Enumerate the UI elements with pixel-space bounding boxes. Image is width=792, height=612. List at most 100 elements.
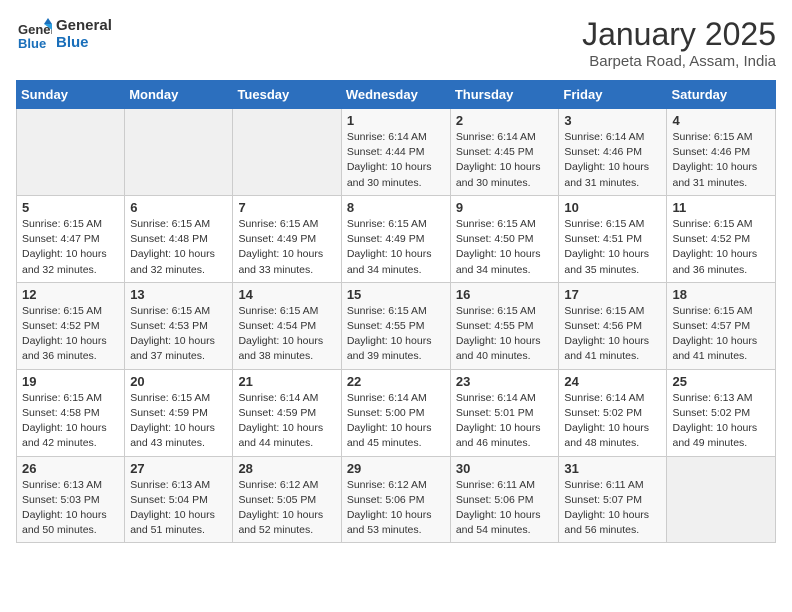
weekday-header: Sunday: [17, 81, 125, 109]
day-number: 9: [456, 200, 554, 215]
day-number: 17: [564, 287, 661, 302]
day-number: 8: [347, 200, 445, 215]
cell-content: Sunrise: 6:15 AM Sunset: 4:49 PM Dayligh…: [238, 217, 335, 278]
calendar-cell: 23Sunrise: 6:14 AM Sunset: 5:01 PM Dayli…: [450, 369, 559, 456]
cell-content: Sunrise: 6:15 AM Sunset: 4:49 PM Dayligh…: [347, 217, 445, 278]
day-number: 3: [564, 113, 661, 128]
calendar-cell: 18 Sunrise: 6:15 AM Sunset: 4:57 PM Dayli…: [667, 282, 776, 369]
calendar-cell: 8 Sunrise: 6:15 AM Sunset: 4:49 PM Daylig…: [341, 195, 450, 282]
cell-content: Sunrise: 6:14 AM Sunset: 5:00 PM Dayligh…: [347, 391, 445, 452]
calendar-cell: 22 Sunrise: 6:14 AM Sunset: 5:00 PM Dayli…: [341, 369, 450, 456]
day-number: 29: [347, 461, 445, 476]
calendar-cell: 24Sunrise: 6:14 AM Sunset: 5:02 PM Dayli…: [559, 369, 667, 456]
day-number: 4: [672, 113, 770, 128]
cell-content: Sunrise: 6:15 AM Sunset: 4:53 PM Dayligh…: [130, 304, 227, 365]
calendar-cell: 13 Sunrise: 6:15 AM Sunset: 4:53 PM Dayli…: [125, 282, 233, 369]
weekday-header: Tuesday: [233, 81, 341, 109]
day-number: 21: [238, 374, 335, 389]
cell-content: Sunrise: 6:13 AM Sunset: 5:04 PM Dayligh…: [130, 478, 227, 539]
day-number: 12: [22, 287, 119, 302]
logo-icon: General Blue: [16, 16, 52, 52]
calendar-cell: [233, 109, 341, 196]
cell-content: Sunrise: 6:11 AM Sunset: 5:06 PM Dayligh…: [456, 478, 554, 539]
calendar-week-row: 26 Sunrise: 6:13 AM Sunset: 5:03 PM Dayli…: [17, 456, 776, 543]
location: Barpeta Road, Assam, India: [582, 53, 776, 70]
day-number: 18: [672, 287, 770, 302]
calendar-cell: 14 Sunrise: 6:15 AM Sunset: 4:54 PM Dayli…: [233, 282, 341, 369]
day-number: 24: [564, 374, 661, 389]
day-number: 19: [22, 374, 119, 389]
cell-content: Sunrise: 6:15 AM Sunset: 4:54 PM Dayligh…: [238, 304, 335, 365]
weekday-header: Friday: [559, 81, 667, 109]
cell-content: Sunrise: 6:15 AM Sunset: 4:48 PM Dayligh…: [130, 217, 227, 278]
day-number: 14: [238, 287, 335, 302]
cell-content: Sunrise: 6:14 AM Sunset: 4:44 PM Dayligh…: [347, 130, 445, 191]
calendar-header-row: SundayMondayTuesdayWednesdayThursdayFrid…: [17, 81, 776, 109]
cell-content: Sunrise: 6:15 AM Sunset: 4:55 PM Dayligh…: [347, 304, 445, 365]
day-number: 22: [347, 374, 445, 389]
calendar-week-row: 1Sunrise: 6:14 AM Sunset: 4:44 PM Daylig…: [17, 109, 776, 196]
cell-content: Sunrise: 6:15 AM Sunset: 4:46 PM Dayligh…: [672, 130, 770, 191]
weekday-header: Monday: [125, 81, 233, 109]
cell-content: Sunrise: 6:15 AM Sunset: 4:50 PM Dayligh…: [456, 217, 554, 278]
month-title: January 2025: [582, 16, 776, 53]
calendar-cell: 20Sunrise: 6:15 AM Sunset: 4:59 PM Dayli…: [125, 369, 233, 456]
day-number: 27: [130, 461, 227, 476]
day-number: 13: [130, 287, 227, 302]
calendar-cell: 1Sunrise: 6:14 AM Sunset: 4:44 PM Daylig…: [341, 109, 450, 196]
day-number: 31: [564, 461, 661, 476]
calendar-cell: 6 Sunrise: 6:15 AM Sunset: 4:48 PM Daylig…: [125, 195, 233, 282]
cell-content: Sunrise: 6:13 AM Sunset: 5:03 PM Dayligh…: [22, 478, 119, 539]
calendar-cell: [17, 109, 125, 196]
calendar-cell: 28Sunrise: 6:12 AM Sunset: 5:05 PM Dayli…: [233, 456, 341, 543]
cell-content: Sunrise: 6:15 AM Sunset: 4:57 PM Dayligh…: [672, 304, 770, 365]
cell-content: Sunrise: 6:14 AM Sunset: 4:46 PM Dayligh…: [564, 130, 661, 191]
cell-content: Sunrise: 6:15 AM Sunset: 4:47 PM Dayligh…: [22, 217, 119, 278]
calendar-cell: 19 Sunrise: 6:15 AM Sunset: 4:58 PM Dayli…: [17, 369, 125, 456]
calendar-table: SundayMondayTuesdayWednesdayThursdayFrid…: [16, 80, 776, 543]
calendar-cell: 7 Sunrise: 6:15 AM Sunset: 4:49 PM Daylig…: [233, 195, 341, 282]
calendar-cell: 27 Sunrise: 6:13 AM Sunset: 5:04 PM Dayli…: [125, 456, 233, 543]
day-number: 20: [130, 374, 227, 389]
day-number: 11: [672, 200, 770, 215]
day-number: 26: [22, 461, 119, 476]
day-number: 16: [456, 287, 554, 302]
logo-line1: General: [56, 17, 112, 34]
cell-content: Sunrise: 6:13 AM Sunset: 5:02 PM Dayligh…: [672, 391, 770, 452]
title-block: January 2025 Barpeta Road, Assam, India: [582, 16, 776, 70]
cell-content: Sunrise: 6:12 AM Sunset: 5:05 PM Dayligh…: [238, 478, 335, 539]
day-number: 7: [238, 200, 335, 215]
calendar-cell: 21 Sunrise: 6:14 AM Sunset: 4:59 PM Dayli…: [233, 369, 341, 456]
calendar-cell: 12Sunrise: 6:15 AM Sunset: 4:52 PM Dayli…: [17, 282, 125, 369]
page-header: General Blue General Blue January 2025 B…: [16, 16, 776, 70]
weekday-header: Saturday: [667, 81, 776, 109]
cell-content: Sunrise: 6:14 AM Sunset: 4:45 PM Dayligh…: [456, 130, 554, 191]
calendar-week-row: 19 Sunrise: 6:15 AM Sunset: 4:58 PM Dayli…: [17, 369, 776, 456]
cell-content: Sunrise: 6:15 AM Sunset: 4:51 PM Dayligh…: [564, 217, 661, 278]
cell-content: Sunrise: 6:14 AM Sunset: 4:59 PM Dayligh…: [238, 391, 335, 452]
calendar-week-row: 5 Sunrise: 6:15 AM Sunset: 4:47 PM Daylig…: [17, 195, 776, 282]
day-number: 6: [130, 200, 227, 215]
calendar-week-row: 12Sunrise: 6:15 AM Sunset: 4:52 PM Dayli…: [17, 282, 776, 369]
day-number: 10: [564, 200, 661, 215]
svg-text:Blue: Blue: [18, 36, 46, 51]
calendar-cell: 17Sunrise: 6:15 AM Sunset: 4:56 PM Dayli…: [559, 282, 667, 369]
cell-content: Sunrise: 6:11 AM Sunset: 5:07 PM Dayligh…: [564, 478, 661, 539]
calendar-cell: 16 Sunrise: 6:15 AM Sunset: 4:55 PM Dayli…: [450, 282, 559, 369]
calendar-cell: 4 Sunrise: 6:15 AM Sunset: 4:46 PM Daylig…: [667, 109, 776, 196]
weekday-header: Wednesday: [341, 81, 450, 109]
logo-line2: Blue: [56, 34, 112, 51]
day-number: 2: [456, 113, 554, 128]
cell-content: Sunrise: 6:15 AM Sunset: 4:58 PM Dayligh…: [22, 391, 119, 452]
weekday-header: Thursday: [450, 81, 559, 109]
day-number: 23: [456, 374, 554, 389]
calendar-cell: 9 Sunrise: 6:15 AM Sunset: 4:50 PM Daylig…: [450, 195, 559, 282]
cell-content: Sunrise: 6:12 AM Sunset: 5:06 PM Dayligh…: [347, 478, 445, 539]
calendar-cell: 11Sunrise: 6:15 AM Sunset: 4:52 PM Dayli…: [667, 195, 776, 282]
day-number: 30: [456, 461, 554, 476]
day-number: 25: [672, 374, 770, 389]
calendar-cell: 26 Sunrise: 6:13 AM Sunset: 5:03 PM Dayli…: [17, 456, 125, 543]
cell-content: Sunrise: 6:15 AM Sunset: 4:55 PM Dayligh…: [456, 304, 554, 365]
calendar-cell: 5 Sunrise: 6:15 AM Sunset: 4:47 PM Daylig…: [17, 195, 125, 282]
day-number: 5: [22, 200, 119, 215]
